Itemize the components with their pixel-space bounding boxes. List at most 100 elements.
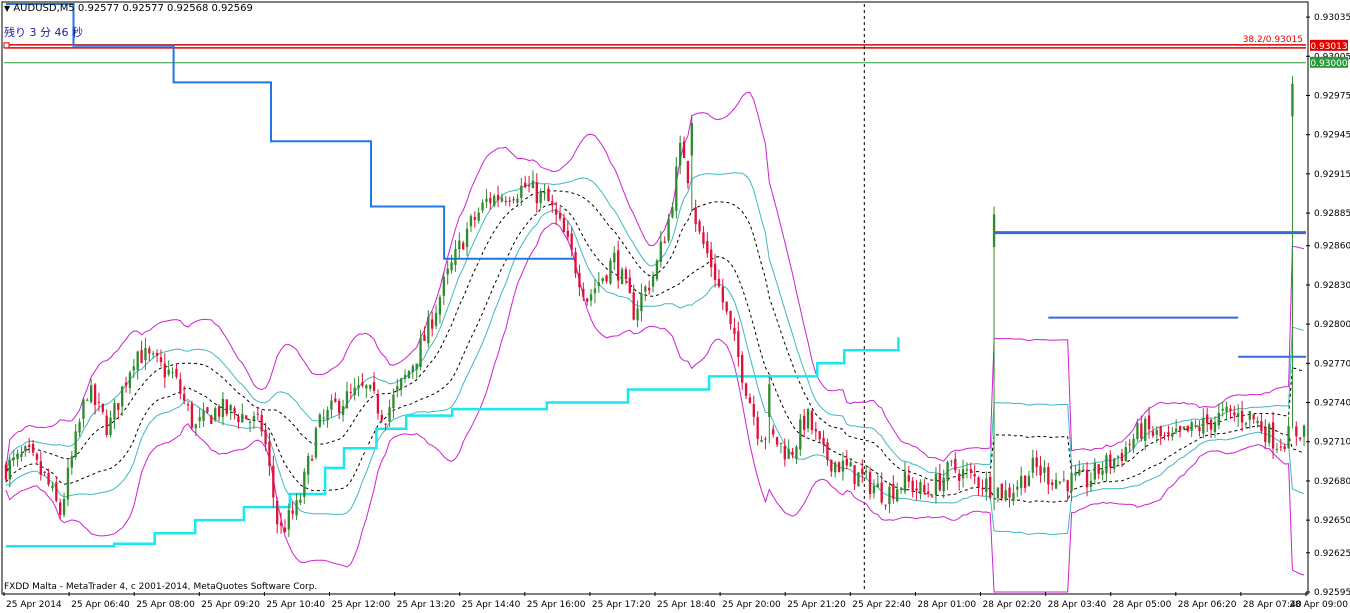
candle-body: [950, 460, 953, 462]
candle-body: [380, 414, 383, 421]
candle-body: [493, 195, 496, 206]
candle: [493, 193, 496, 208]
symbol-header: ▼ AUDUSD,M5 0.92577 0.92577 0.92568 0.92…: [4, 3, 253, 14]
candle: [1229, 404, 1232, 420]
price-chart[interactable]: 0.930350.930050.929750.929450.929150.928…: [0, 0, 1350, 613]
candle-body: [679, 142, 682, 166]
candle-body: [206, 407, 209, 413]
candle-body: [1140, 423, 1143, 439]
candle-body: [431, 319, 434, 329]
candle-body: [1178, 426, 1182, 431]
candle-body: [1217, 412, 1220, 426]
countdown-label: 残り 3 分 46 秒: [4, 26, 83, 39]
candle: [225, 398, 228, 417]
candle-body: [783, 446, 786, 460]
candle-body: [570, 233, 573, 251]
candle-body: [539, 191, 542, 203]
candle-body: [934, 474, 938, 495]
candle-body: [1078, 469, 1081, 475]
collapse-triangle-icon[interactable]: ▼: [4, 4, 10, 13]
candle: [1039, 455, 1042, 483]
candle: [1217, 403, 1220, 430]
candle-body: [748, 397, 752, 404]
candle: [636, 300, 639, 328]
candle: [179, 372, 182, 400]
candle-body: [47, 472, 50, 485]
candle: [977, 475, 980, 497]
y-tick-label: 0.92885: [1314, 209, 1350, 219]
candle-body: [671, 207, 674, 218]
candle-body: [403, 374, 407, 379]
candle-body: [597, 282, 600, 287]
candle: [930, 493, 934, 498]
candle: [841, 452, 845, 481]
candle-body: [799, 419, 802, 450]
y-tick-label: 0.92625: [1314, 549, 1350, 559]
candle: [679, 135, 682, 175]
candle-body: [527, 185, 531, 187]
candle: [392, 388, 395, 419]
x-tick-label: 25 Apr 2014: [6, 600, 62, 610]
candle-body: [1295, 426, 1298, 437]
candle-body: [59, 502, 62, 516]
candle: [124, 376, 128, 393]
candle: [1244, 421, 1248, 429]
candle: [8, 456, 11, 488]
candle-body: [198, 417, 201, 422]
candle: [330, 394, 333, 418]
candle-body: [349, 391, 352, 393]
x-tick-label: 28 Apr 06:20: [1178, 600, 1237, 610]
price-axis: 0.930350.930050.929750.929450.929150.928…: [1306, 13, 1350, 598]
candle: [454, 240, 457, 272]
candle: [1275, 442, 1279, 454]
candle: [1302, 424, 1306, 446]
candle-body: [1206, 414, 1209, 424]
candle-body: [772, 429, 775, 435]
x-tick-label: 25 Apr 12:00: [332, 600, 391, 610]
candle: [101, 403, 104, 415]
candle: [1047, 462, 1050, 495]
candle: [737, 321, 740, 367]
candle-body: [1248, 411, 1251, 420]
fib-price-tag: 0.93013: [1310, 42, 1347, 52]
candle: [431, 311, 434, 337]
candle: [1008, 483, 1011, 508]
y-tick-label: 0.92740: [1314, 399, 1350, 409]
candle: [837, 461, 841, 473]
candle: [465, 222, 469, 256]
candle-body: [764, 438, 767, 440]
fib-label: 38.2/0.93015: [1243, 35, 1303, 45]
y-tick-label: 0.92975: [1314, 91, 1350, 101]
candle: [403, 369, 407, 383]
candle-body: [617, 250, 620, 281]
candle: [1151, 426, 1155, 439]
x-tick-label: 25 Apr 16:00: [527, 600, 586, 610]
candle: [314, 426, 318, 460]
y-tick-label: 0.92915: [1314, 170, 1350, 180]
candle-body: [396, 386, 399, 392]
candle: [113, 399, 116, 430]
candle: [229, 403, 232, 420]
candle-body: [1124, 447, 1127, 462]
candle: [136, 350, 139, 380]
candle-body: [245, 415, 248, 420]
candle: [733, 317, 736, 342]
candle-body: [268, 441, 271, 466]
candle-body: [124, 382, 128, 386]
candle-body: [1051, 482, 1054, 485]
candle-body: [345, 391, 349, 409]
candle-body: [911, 480, 914, 493]
candle: [357, 376, 360, 397]
candle: [1016, 480, 1019, 498]
candle-body: [543, 192, 546, 194]
candle: [210, 414, 213, 425]
candle-body: [1147, 415, 1151, 430]
candle: [481, 199, 484, 214]
x-tick-label: 28 Apr 02:20: [983, 600, 1042, 610]
candle-body: [853, 465, 856, 484]
candle-body: [806, 409, 810, 429]
candle: [954, 452, 957, 474]
candle: [1035, 450, 1038, 476]
candle: [473, 211, 476, 228]
candle-body: [66, 467, 70, 500]
